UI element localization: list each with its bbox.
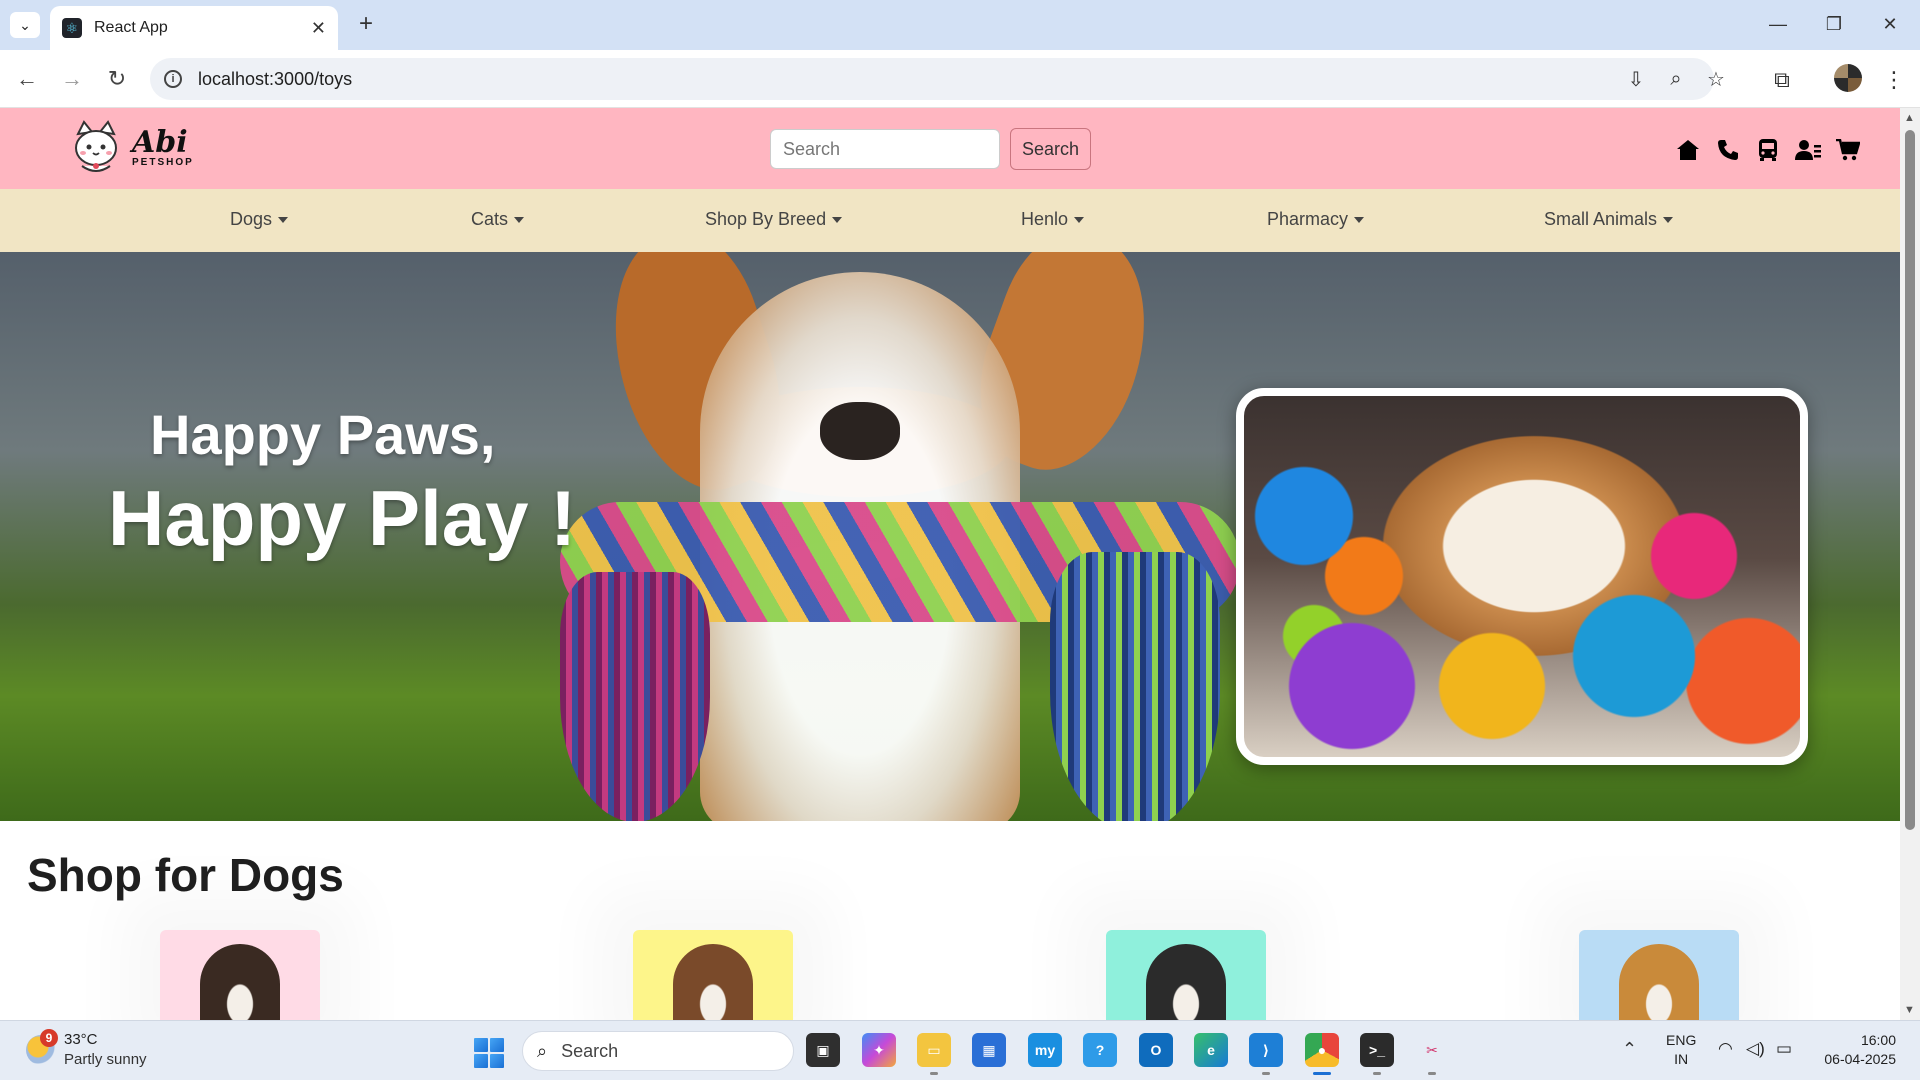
shop-logo[interactable]: Abi PETSHOP	[68, 120, 194, 176]
dog-photo	[200, 944, 280, 1020]
logo-name: Abi	[132, 124, 188, 160]
bookmark-star-icon[interactable]: ☆	[1702, 65, 1730, 93]
copilot-icon[interactable]: ✦	[862, 1033, 896, 1067]
taskbar-search[interactable]: ⌕ Search	[522, 1031, 794, 1071]
nav-henlo-dropdown[interactable]: Henlo	[1021, 209, 1084, 230]
dog-card[interactable]	[633, 930, 793, 1020]
site-search-input[interactable]	[770, 129, 1000, 169]
dog-card[interactable]	[1106, 930, 1266, 1020]
weather-description[interactable]: Partly sunny	[64, 1051, 147, 1068]
section-title: Shop for Dogs	[27, 849, 344, 901]
back-button[interactable]: ←	[11, 63, 43, 95]
language-code: ENG	[1666, 1032, 1697, 1048]
site-search-button[interactable]: Search	[1010, 128, 1091, 170]
windows-taskbar: 9 33°C Partly sunny ⌕ Search ▣ ✦ ▭ ▦ my …	[0, 1020, 1920, 1080]
close-tab-icon[interactable]: ✕	[311, 18, 326, 39]
reload-button[interactable]: ↻	[101, 63, 133, 95]
tab-title: React App	[94, 19, 168, 36]
nav-small-animals-dropdown[interactable]: Small Animals	[1544, 209, 1673, 230]
home-icon[interactable]	[1674, 136, 1702, 164]
dog-photo	[1619, 944, 1699, 1020]
nav-cats-dropdown[interactable]: Cats	[471, 209, 524, 230]
dog-card[interactable]	[1579, 930, 1739, 1020]
task-view-icon[interactable]: ▣	[806, 1033, 840, 1067]
hero-dog-nose	[820, 402, 900, 460]
weather-badge: 9	[40, 1029, 58, 1047]
browser-menu-icon[interactable]: ⋮	[1878, 64, 1910, 96]
weather-temperature[interactable]: 33°C	[64, 1031, 98, 1048]
address-bar[interactable]: i localhost:3000/toys	[150, 58, 1714, 100]
url-text: localhost:3000/toys	[198, 68, 353, 89]
hero-rope-tassel	[1050, 552, 1220, 821]
browser-toolbar: ← → ↻ i localhost:3000/toys ⇩ ⌕ ☆ ⧉ ⋮	[0, 50, 1920, 108]
forward-button[interactable]: →	[56, 63, 88, 95]
dog-photo	[673, 944, 753, 1020]
mylp-icon[interactable]: my	[1028, 1033, 1062, 1067]
taskbar-search-label: Search	[561, 1040, 619, 1061]
nav-dogs-dropdown[interactable]: Dogs	[230, 209, 288, 230]
file-explorer-icon[interactable]: ▭	[917, 1033, 951, 1075]
scrollbar-thumb[interactable]	[1905, 130, 1915, 830]
start-button[interactable]	[474, 1038, 504, 1068]
profile-avatar[interactable]	[1834, 64, 1862, 92]
volume-icon[interactable]: ◁)	[1746, 1039, 1765, 1059]
user-profile-icon[interactable]	[1794, 136, 1822, 164]
site-info-icon[interactable]: i	[164, 70, 182, 88]
cat-logo-icon	[75, 120, 117, 172]
browser-titlebar: ⌄ ⚛ React App ✕ + — ❐ ✕	[0, 0, 1920, 50]
browser-tab[interactable]: ⚛ React App ✕	[50, 6, 338, 50]
new-tab-button[interactable]: +	[352, 10, 380, 38]
nav-shop-by-breed-dropdown[interactable]: Shop By Breed	[705, 209, 842, 230]
install-app-icon[interactable]: ⇩	[1622, 65, 1650, 93]
vscode-icon[interactable]: ⟩	[1249, 1033, 1283, 1075]
hero-heading: Happy Paws, Happy Play !	[108, 402, 576, 564]
clock-date: 06-04-2025	[1824, 1051, 1896, 1067]
zoom-icon[interactable]: ⌕	[1662, 65, 1690, 93]
page-scrollbar[interactable]: ▲ ▼	[1900, 108, 1920, 1020]
restore-button[interactable]: ❐	[1814, 10, 1854, 38]
scroll-down-icon[interactable]: ▼	[1904, 1004, 1915, 1016]
cart-icon[interactable]	[1834, 136, 1862, 164]
search-icon: ⌕	[537, 1040, 548, 1061]
language-indicator[interactable]: ENG IN	[1666, 1031, 1696, 1069]
chrome-icon[interactable]: ●	[1305, 1033, 1339, 1075]
bus-icon[interactable]	[1754, 136, 1782, 164]
site-header: Abi PETSHOP Search	[0, 108, 1900, 189]
hero-line-2: Happy Play !	[108, 474, 577, 562]
phone-icon[interactable]	[1714, 136, 1742, 164]
extensions-icon[interactable]: ⧉	[1766, 64, 1798, 96]
react-favicon-icon: ⚛	[62, 18, 82, 38]
close-window-button[interactable]: ✕	[1870, 10, 1910, 38]
snipping-tool-icon[interactable]: ✂	[1415, 1033, 1449, 1075]
help-icon[interactable]: ?	[1083, 1033, 1117, 1067]
edge-icon[interactable]: e	[1194, 1033, 1228, 1067]
category-nav: Dogs Cats Shop By Breed Henlo Pharmacy S…	[0, 189, 1900, 252]
store-icon[interactable]: ▦	[972, 1033, 1006, 1067]
hero-rope-tassel	[560, 572, 710, 821]
terminal-icon[interactable]: >_	[1360, 1033, 1394, 1075]
show-hidden-icons-chevron-icon[interactable]: ⌃	[1622, 1039, 1637, 1060]
system-clock[interactable]: 16:00 06-04-2025	[1816, 1031, 1896, 1069]
hero-puppy-toys-image	[1236, 388, 1808, 765]
region-code: IN	[1674, 1051, 1689, 1067]
dog-photo	[1146, 944, 1226, 1020]
tab-search-button[interactable]: ⌄	[10, 12, 40, 38]
hero-banner: Happy Paws, Happy Play !	[0, 252, 1900, 821]
nav-pharmacy-dropdown[interactable]: Pharmacy	[1267, 209, 1364, 230]
page-viewport: Abi PETSHOP Search Dogs Cats Shop By Bre…	[0, 108, 1900, 1020]
outlook-icon[interactable]: O	[1139, 1033, 1173, 1067]
clock-time: 16:00	[1860, 1032, 1896, 1048]
scroll-up-icon[interactable]: ▲	[1904, 112, 1915, 124]
dog-card[interactable]	[160, 930, 320, 1020]
wifi-icon[interactable]: ◠	[1718, 1039, 1733, 1059]
hero-line-1: Happy Paws,	[150, 403, 496, 466]
battery-icon[interactable]: ▭	[1776, 1039, 1792, 1059]
minimize-button[interactable]: —	[1758, 10, 1798, 38]
logo-subtitle: PETSHOP	[132, 156, 194, 168]
